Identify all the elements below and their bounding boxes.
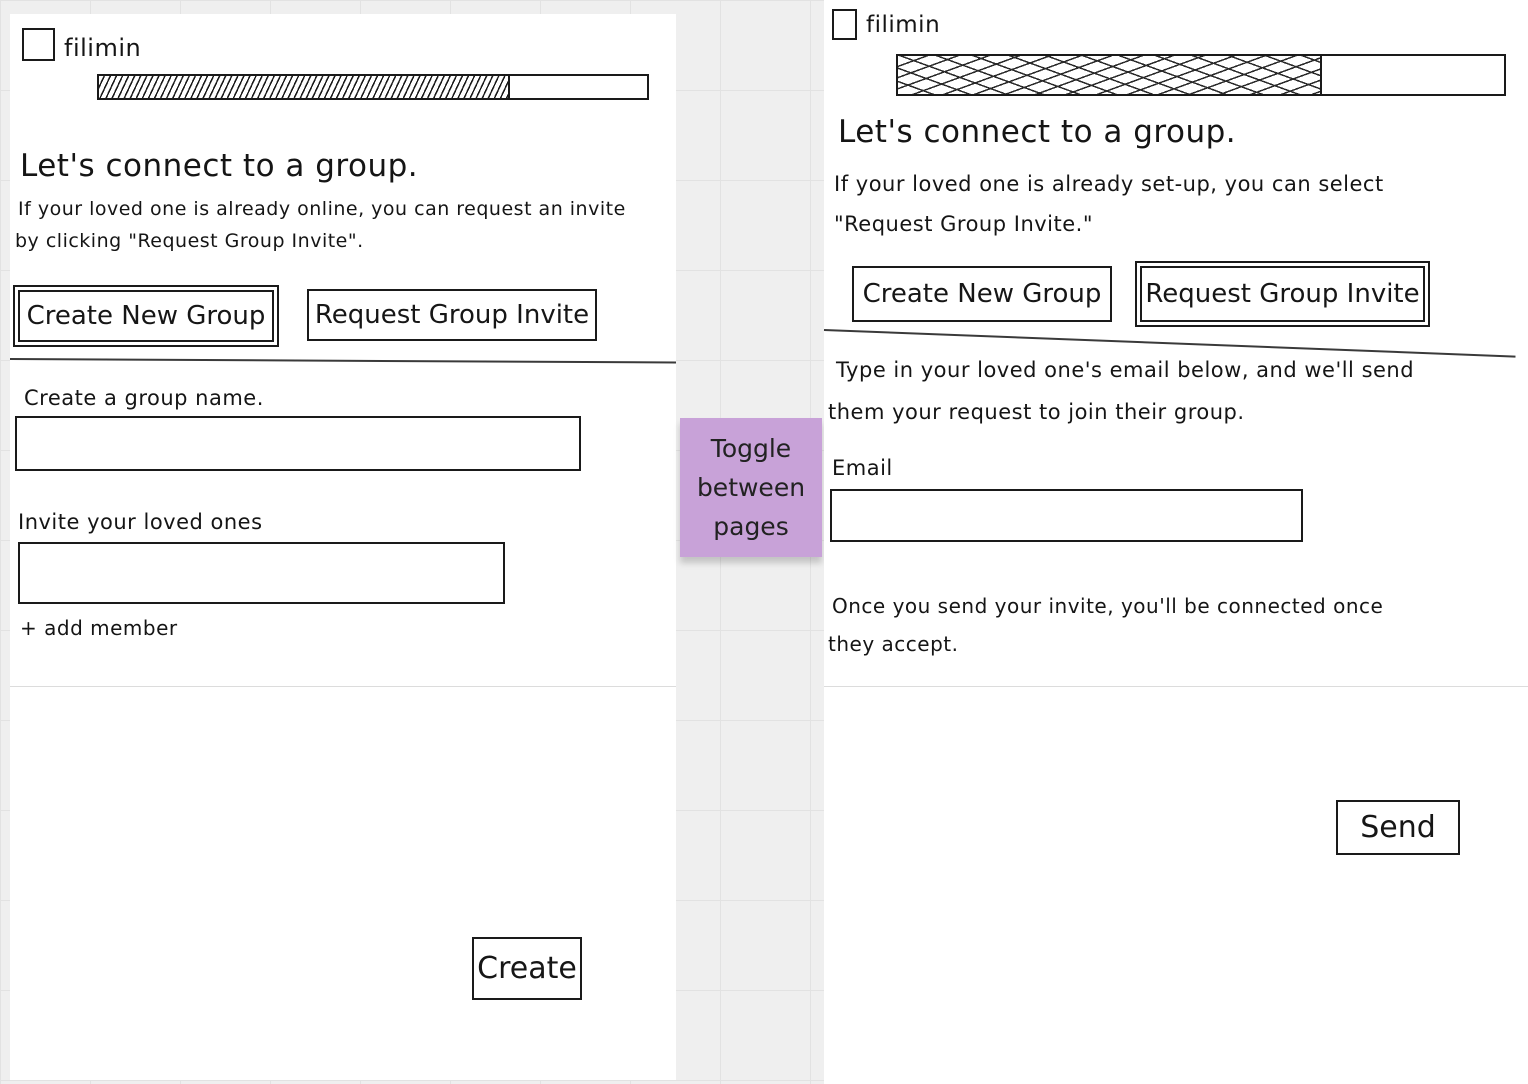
group-name-label: Create a group name. (24, 386, 264, 410)
create-button[interactable]: Create (472, 937, 582, 1000)
email-label: Email (832, 456, 893, 480)
sheet-seam (10, 686, 676, 687)
progress-fill (898, 56, 1323, 94)
app-name: filimin (64, 34, 142, 62)
send-button[interactable]: Send (1336, 800, 1460, 855)
tab-create-new-group[interactable]: Create New Group (852, 266, 1112, 322)
tab-create-new-group[interactable]: Create New Group (13, 285, 279, 347)
group-name-input[interactable] (15, 416, 581, 471)
section-divider (823, 329, 1516, 358)
intro-text-line-1: If your loved one is already online, you… (18, 198, 626, 220)
sheet-seam (824, 686, 1528, 687)
confirmation-note-line-1: Once you send your invite, you'll be con… (832, 594, 1384, 618)
page-heading: Let's connect to a group. (838, 114, 1237, 150)
tab-request-group-invite[interactable]: Request Group Invite (1135, 261, 1430, 327)
invite-label: Invite your loved ones (18, 510, 263, 534)
intro-text-line-2: by clicking "Request Group Invite". (15, 230, 364, 252)
app-name: filimin (866, 12, 941, 38)
invite-member-input[interactable] (18, 542, 505, 604)
add-member-link[interactable]: + add member (20, 616, 178, 640)
intro-text-line-2: "Request Group Invite." (834, 212, 1093, 236)
instructions-line-1: Type in your loved one's email below, an… (836, 358, 1415, 382)
section-divider (9, 358, 676, 364)
progress-fill (99, 76, 510, 98)
app-logo-icon (832, 9, 857, 40)
page-heading: Let's connect to a group. (20, 148, 419, 184)
right-page: filimin Let's connect to a group. If you… (823, 0, 1528, 1084)
app-logo-icon (22, 28, 55, 61)
progress-bar (896, 54, 1506, 96)
left-page: filimin Let's connect to a group. If you… (9, 14, 676, 1080)
tab-request-group-invite[interactable]: Request Group Invite (307, 289, 597, 341)
intro-text-line-1: If your loved one is already set-up, you… (834, 172, 1384, 196)
email-input[interactable] (830, 489, 1303, 542)
confirmation-note-line-2: they accept. (828, 632, 959, 656)
instructions-line-2: them your request to join their group. (828, 400, 1245, 424)
progress-bar (97, 74, 649, 100)
sticky-note: Toggle between pages (680, 418, 822, 557)
